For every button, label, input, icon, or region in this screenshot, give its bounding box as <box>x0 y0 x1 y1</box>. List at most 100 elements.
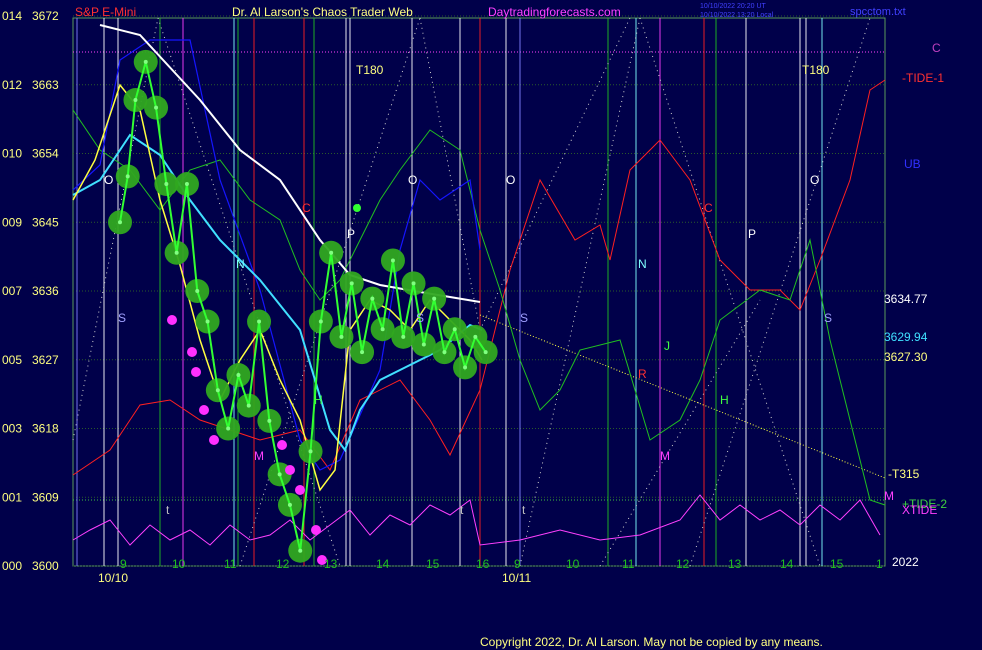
y-axis-code: 009 <box>2 215 22 229</box>
chart-annotation: N <box>638 257 647 271</box>
chart-annotation: C <box>704 201 713 215</box>
chart-annotation: O <box>810 173 819 187</box>
price-point <box>236 373 241 378</box>
signal-dot <box>209 435 219 445</box>
signal-dot <box>285 465 295 475</box>
header-left-title: S&P E-Mini <box>75 5 136 19</box>
price-point <box>411 281 416 286</box>
price-point <box>380 327 385 332</box>
header-stamp-2: 10/10/2022 13:20 Local <box>700 12 774 19</box>
chart-annotation: P <box>748 227 756 241</box>
right-label: XTIDE <box>902 503 937 517</box>
y-axis-code: 001 <box>2 490 22 504</box>
chart-annotation: t <box>166 503 170 517</box>
price-point <box>390 258 395 263</box>
price-point <box>339 334 344 339</box>
signal-dot <box>353 204 361 212</box>
y-axis-price: 3636 <box>32 284 59 298</box>
signal-dot <box>187 347 197 357</box>
x-hour-label: 9 <box>514 557 521 571</box>
chart-annotation: S <box>520 311 528 325</box>
dotted-diagonal <box>689 17 871 567</box>
x-hour-label: 11 <box>224 557 237 571</box>
price-point <box>463 365 468 370</box>
right-label: 3627.30 <box>884 350 928 364</box>
white-average <box>99 24 481 303</box>
x-date-label: 10/10 <box>98 571 128 585</box>
right-label: 3629.94 <box>884 330 928 344</box>
chart-annotation: C <box>302 201 311 215</box>
chart-annotation: t <box>522 503 526 517</box>
chart-annotation: T180 <box>356 63 384 77</box>
xtide-curve <box>72 494 881 546</box>
y-axis-code: 007 <box>2 284 22 298</box>
x-hour-label: 10 <box>566 557 580 571</box>
dotted-diagonal <box>519 17 641 567</box>
dotted-diagonal <box>599 299 761 567</box>
x-hour-label: 12 <box>676 557 690 571</box>
price-point <box>360 350 365 355</box>
price-point <box>205 319 210 324</box>
projection-line <box>479 314 886 479</box>
x-hour-label: 10 <box>172 557 186 571</box>
price-point <box>401 334 406 339</box>
right-label: 3634.77 <box>884 292 928 306</box>
price-point <box>432 296 437 301</box>
y-axis-price: 3627 <box>32 353 59 367</box>
y-axis-code: 005 <box>2 353 22 367</box>
x-hour-label: 15 <box>830 557 844 571</box>
y-axis-code: 000 <box>2 559 22 573</box>
y-axis-price: 3654 <box>32 147 59 161</box>
price-point <box>118 220 122 225</box>
x-hour-label: 13 <box>728 557 742 571</box>
chart-annotation: N <box>236 257 245 271</box>
chart-annotation: S <box>118 311 126 325</box>
x-hour-label: 14 <box>376 557 390 571</box>
header-stamp-1: 10/10/2022 20:20 UT <box>700 3 766 10</box>
price-point <box>174 250 179 255</box>
price-point <box>143 59 148 64</box>
x-hour-label: 12 <box>276 557 290 571</box>
price-point <box>349 281 354 286</box>
right-label: 2022 <box>892 555 919 569</box>
green-curve <box>72 109 886 506</box>
y-axis-code: 014 <box>2 9 22 23</box>
chart-annotation: M <box>660 449 670 463</box>
price-point <box>308 449 313 454</box>
y-axis-price: 3618 <box>32 422 59 436</box>
footer-copyright: Copyright 2022, Dr. Al Larson. May not b… <box>480 635 823 649</box>
signal-dot <box>191 367 201 377</box>
price-point <box>483 350 488 355</box>
price-point <box>473 334 478 339</box>
y-axis-price: 3645 <box>32 215 59 229</box>
price-point <box>442 350 447 355</box>
price-point <box>287 502 292 507</box>
price-point <box>154 105 159 110</box>
chart-annotation: S <box>824 311 832 325</box>
y-axis-price: 3609 <box>32 490 59 504</box>
price-point <box>226 426 231 431</box>
x-hour-label: 11 <box>622 557 635 571</box>
chart-annotation: M <box>254 449 264 463</box>
price-point <box>246 403 251 408</box>
chart-annotation: O <box>104 173 113 187</box>
chart: 014 3672 012 3663 010 3654 009 3645 007 3636 005 36… <box>2 3 947 649</box>
x-hour-label: 9 <box>120 557 127 571</box>
price-point <box>267 418 272 423</box>
chart-annotation: H <box>314 393 323 407</box>
chart-annotation: P <box>347 227 355 241</box>
x-hour-label: 13 <box>324 557 338 571</box>
x-hour-label: 1 <box>876 557 883 571</box>
price-point <box>215 388 220 393</box>
price-point <box>125 174 130 179</box>
tide-curve <box>72 79 886 476</box>
signal-dot <box>295 485 305 495</box>
price-point <box>257 319 262 324</box>
price-point <box>184 182 189 187</box>
price-point <box>452 327 457 332</box>
price-point <box>298 548 303 553</box>
y-axis-code: 010 <box>2 147 22 161</box>
header-site[interactable]: Daytradingforecasts.com <box>488 5 621 19</box>
right-label: C <box>932 41 941 55</box>
right-label: M <box>884 489 894 503</box>
